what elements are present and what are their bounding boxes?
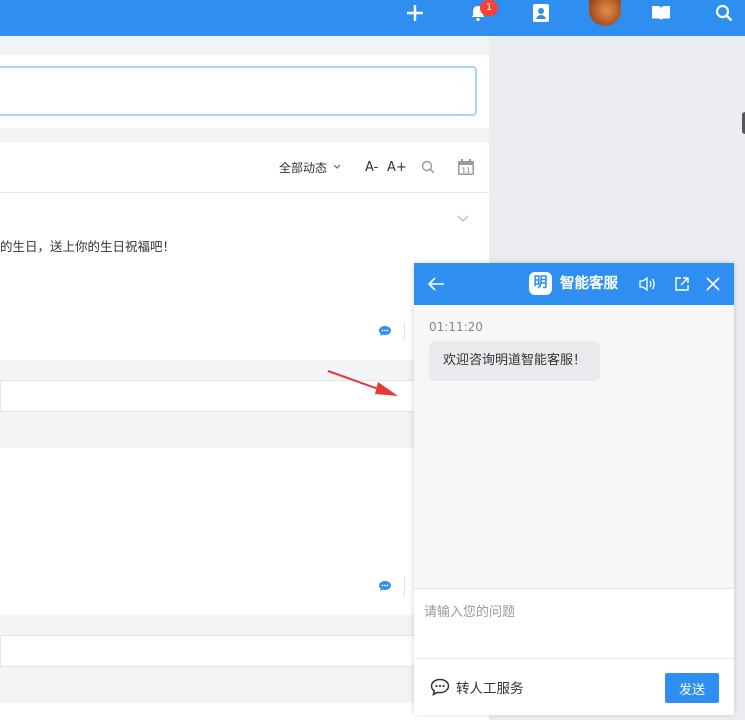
post-text: 的生日，送上你的生日祝福吧！ [0,239,176,254]
feed-header: 全部动态 A- A+ 11 [0,142,489,193]
message-bubble: 欢迎咨询明道智能客服！ [429,341,601,381]
message-timestamp: 01:11:20 [429,320,483,334]
chat-panel: 明 智能客服 01:11:20 欢迎咨询明道智能客服！ 转人工服务 发送 [414,263,734,715]
divider [404,322,405,340]
chat-header: 明 智能客服 [414,263,734,305]
post-composer-input[interactable] [0,66,477,116]
font-increase-button[interactable]: A+ [387,142,407,192]
speaker-icon[interactable] [636,263,660,305]
human-service-label: 转人工服务 [456,681,524,697]
top-bar: 1 [0,0,745,36]
book-icon[interactable] [650,0,672,26]
feed-search-icon[interactable] [421,142,435,192]
chevron-down-icon [333,164,341,169]
chat-title: 智能客服 [560,276,618,292]
calendar-icon[interactable]: 11 [457,142,475,192]
calendar-day: 11 [462,167,471,175]
chat-footer: 转人工服务 发送 [414,658,734,715]
chat-input-area [414,588,734,659]
popout-icon[interactable] [670,263,694,305]
feed-filter-label: 全部动态 [279,160,328,175]
divider [404,577,405,595]
notification-badge: 1 [480,0,498,16]
brand-logo: 明 [529,272,552,295]
font-decrease-button[interactable]: A- [365,142,378,192]
chat-message-input[interactable] [414,589,734,659]
close-icon[interactable] [701,263,725,305]
contacts-icon[interactable] [530,0,552,26]
back-arrow-icon[interactable] [422,263,450,305]
feed-filter-dropdown[interactable]: 全部动态 [279,142,341,192]
comment-icon[interactable] [378,325,392,337]
chevron-down-icon[interactable] [457,215,469,223]
comment-icon[interactable] [378,580,392,592]
avatar[interactable] [589,0,621,26]
search-icon[interactable] [713,0,735,26]
plus-icon[interactable] [403,0,427,26]
chat-bubble-icon [430,678,450,696]
human-service-button[interactable]: 转人工服务 [430,659,524,715]
send-button[interactable]: 发送 [665,673,719,703]
